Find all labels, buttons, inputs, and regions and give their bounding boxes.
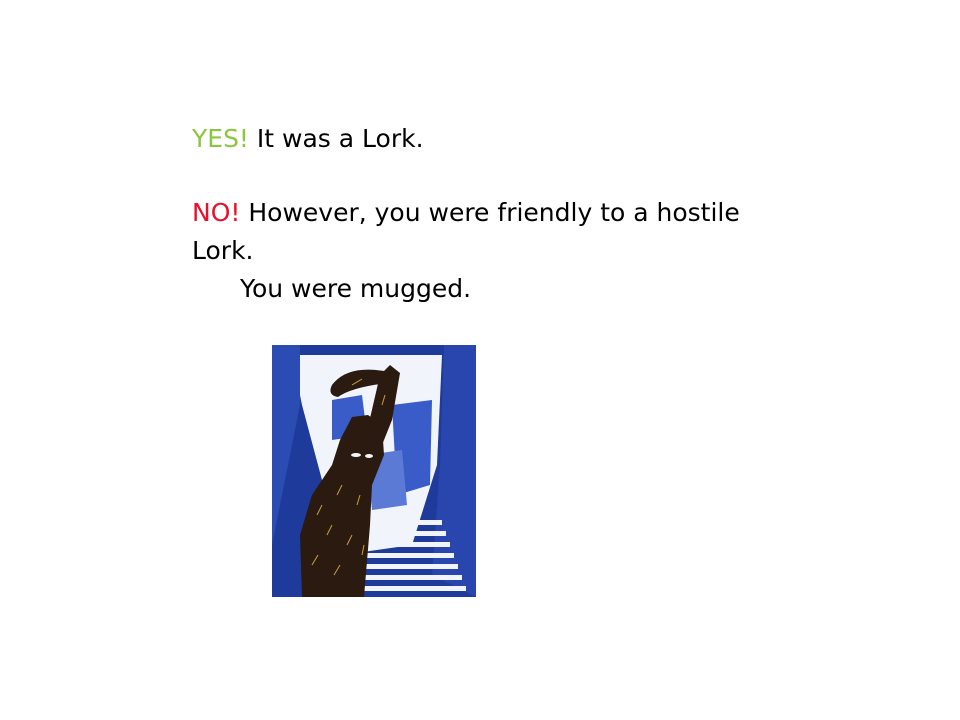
yes-text: It was a Lork. — [248, 124, 424, 153]
no-keyword: NO! — [192, 198, 241, 227]
slide-text: YES! It was a Lork. NO! However, you wer… — [192, 120, 792, 308]
outcome-line: You were mugged. — [240, 274, 472, 303]
yes-line: YES! It was a Lork. — [192, 120, 792, 158]
yes-keyword: YES! — [192, 124, 249, 153]
left-eye — [351, 453, 361, 457]
lork-club-picture — [272, 345, 476, 597]
no-line-continuation: Lork. — [192, 236, 254, 265]
no-line: NO! However, you were friendly to a host… — [192, 194, 792, 232]
no-text: However, you were friendly to a hostile — [240, 198, 740, 227]
right-eye — [365, 454, 373, 458]
mugger-illustration — [272, 345, 476, 597]
slide: YES! It was a Lork. NO! However, you wer… — [0, 0, 960, 720]
